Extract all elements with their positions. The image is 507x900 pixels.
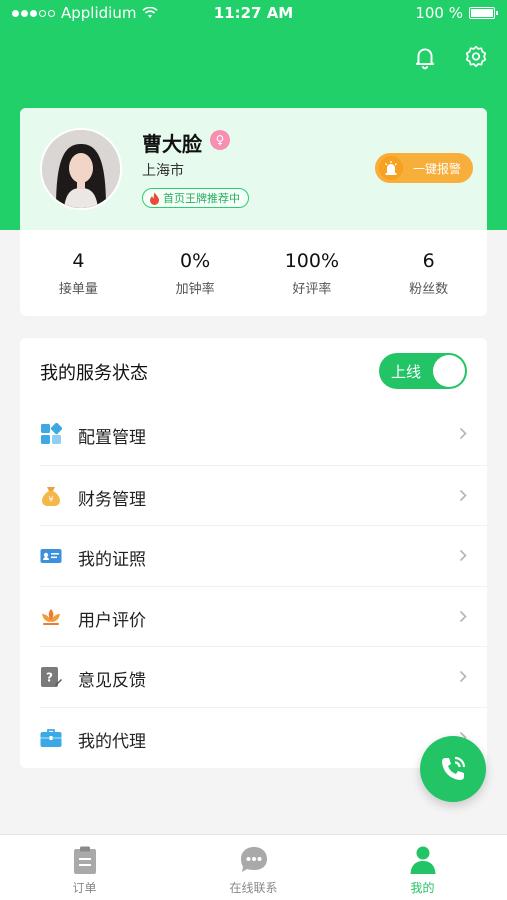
menu-list: 配置管理 ¥ 财务管理 我的证照 用户评价 ? 意见反馈 我的代理 [20,404,487,768]
battery-icon [469,7,498,19]
svg-text:?: ? [46,671,53,685]
briefcase-icon [40,729,62,747]
money-bag-icon: ¥ [42,486,60,506]
menu-label: 意见反馈 [78,671,146,692]
tab-mine[interactable]: 我的 [338,835,507,900]
battery-percent: 100 % [415,4,463,22]
user-city: 上海市 [142,163,184,179]
service-status-row: 我的服务状态 上线 [20,338,487,404]
chevron-right-icon [459,489,467,501]
flame-icon [150,192,159,205]
tab-bar: 订单 在线联系 我的 [0,834,507,900]
emergency-alarm-button[interactable]: 一键报警 [374,153,473,183]
menu-label: 我的代理 [78,731,146,752]
tab-online-contact[interactable]: 在线联系 [169,835,338,900]
stat-fans[interactable]: 6 粉丝数 [370,230,487,316]
profile-header: 曹大脸 ♀ 上海市 首页王牌推荐中 一键报警 [20,108,487,230]
feedback-icon: ? [41,667,62,688]
stat-label: 加钟率 [175,282,215,297]
tab-orders[interactable]: 订单 [0,835,169,900]
female-icon: ♀ [210,130,230,150]
menu-item-finance[interactable]: ¥ 财务管理 [40,464,487,526]
stat-value: 4 [72,250,85,272]
stat-value: 0% [180,250,211,272]
toggle-knob [433,355,465,387]
stat-label: 接单量 [58,282,98,297]
chevron-right-icon [459,550,467,562]
recommend-badge: 首页王牌推荐中 [142,188,249,208]
tab-label: 我的 [410,881,435,895]
alarm-button-label: 一键报警 [412,161,461,176]
menu-item-feedback[interactable]: ? 意见反馈 [40,646,487,707]
service-card: 我的服务状态 上线 配置管理 ¥ 财务管理 我的证照 用户评价 ? 意见反馈 我… [20,338,487,768]
menu-item-license[interactable]: 我的证照 [40,525,487,586]
person-icon [410,846,435,874]
toggle-label: 上线 [391,363,422,381]
menu-label: 我的证照 [78,550,146,571]
call-button[interactable] [420,736,486,802]
clipboard-icon [73,846,96,874]
tab-label: 订单 [72,881,97,895]
profile-card: 曹大脸 ♀ 上海市 首页王牌推荐中 一键报警 4 接单量 0% 加钟率 100%… [20,108,487,316]
stats-row: 4 接单量 0% 加钟率 100% 好评率 6 粉丝数 [20,230,487,316]
stat-label: 好评率 [292,282,332,297]
chat-icon [240,847,267,872]
stat-orders[interactable]: 4 接单量 [20,230,137,316]
config-icon [41,423,62,444]
menu-label: 用户评价 [78,610,146,631]
lotus-icon [42,608,60,625]
svg-text:¥: ¥ [48,495,53,504]
menu-item-config[interactable]: 配置管理 [40,404,487,465]
bell-icon[interactable] [412,44,438,70]
chevron-right-icon [459,610,467,622]
tab-label: 在线联系 [229,881,278,895]
chevron-right-icon [459,427,467,440]
menu-item-agent[interactable]: 我的代理 [40,706,487,768]
battery-info: 100 % [415,4,498,22]
service-status-title: 我的服务状态 [40,363,148,384]
status-bar: Applidium 11:27 AM 100 % [0,0,507,28]
stat-label: 粉丝数 [409,282,449,297]
badge-text: 首页王牌推荐中 [163,192,240,205]
menu-label: 财务管理 [78,489,146,510]
stat-value: 6 [422,250,435,272]
id-card-icon [40,549,62,564]
stat-extension-rate[interactable]: 0% 加钟率 [137,230,254,316]
menu-item-reviews[interactable]: 用户评价 [40,585,487,647]
stat-value: 100% [284,250,340,272]
avatar[interactable] [40,128,122,210]
gear-icon[interactable] [463,44,489,70]
stat-positive-rate[interactable]: 100% 好评率 [254,230,371,316]
chevron-right-icon [459,671,467,683]
phone-icon [442,756,466,780]
menu-label: 配置管理 [78,428,146,448]
online-toggle[interactable]: 上线 [379,353,467,389]
siren-icon [378,156,403,180]
user-name: 曹大脸 [142,132,202,156]
